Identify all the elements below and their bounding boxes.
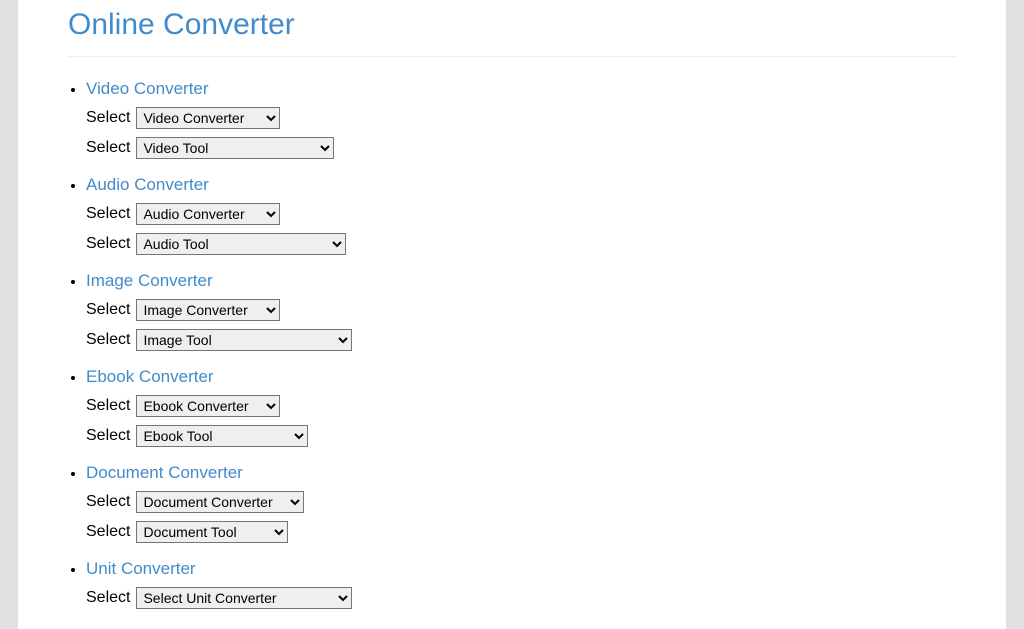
select-row: Select Image Converter [86,299,956,321]
main-container: Online Converter Video Converter Select … [18,0,1006,629]
select-row: Select Document Tool [86,521,956,543]
audio-converter-select[interactable]: Audio Converter [136,203,280,225]
select-row: Select Video Tool [86,137,956,159]
ebook-converter-link[interactable]: Ebook Converter [86,367,214,387]
unit-converter-link[interactable]: Unit Converter [86,559,196,579]
list-item: Ebook Converter Select Ebook Converter S… [86,363,956,447]
image-converter-link[interactable]: Image Converter [86,271,213,291]
converter-list: Video Converter Select Video Converter S… [68,75,956,609]
select-label: Select [86,235,130,253]
list-item: Document Converter Select Document Conve… [86,459,956,543]
select-label: Select [86,427,130,445]
select-label: Select [86,397,130,415]
image-converter-select[interactable]: Image Converter [136,299,280,321]
document-tool-select[interactable]: Document Tool [136,521,288,543]
select-row: Select Audio Converter [86,203,956,225]
select-row: Select Select Unit Converter [86,587,956,609]
select-label: Select [86,139,130,157]
ebook-converter-select[interactable]: Ebook Converter [136,395,280,417]
select-row: Select Video Converter [86,107,956,129]
list-item: Audio Converter Select Audio Converter S… [86,171,956,255]
ebook-tool-select[interactable]: Ebook Tool [136,425,308,447]
select-label: Select [86,205,130,223]
select-row: Select Document Converter [86,491,956,513]
audio-converter-link[interactable]: Audio Converter [86,175,209,195]
select-row: Select Ebook Converter [86,395,956,417]
video-converter-select[interactable]: Video Converter [136,107,280,129]
video-tool-select[interactable]: Video Tool [136,137,334,159]
list-item: Video Converter Select Video Converter S… [86,75,956,159]
audio-tool-select[interactable]: Audio Tool [136,233,346,255]
image-tool-select[interactable]: Image Tool [136,329,352,351]
select-label: Select [86,589,130,607]
select-label: Select [86,331,130,349]
unit-converter-select[interactable]: Select Unit Converter [136,587,352,609]
select-label: Select [86,301,130,319]
document-converter-select[interactable]: Document Converter [136,491,304,513]
select-row: Select Audio Tool [86,233,956,255]
list-item: Image Converter Select Image Converter S… [86,267,956,351]
document-converter-link[interactable]: Document Converter [86,463,243,483]
select-label: Select [86,493,130,511]
select-label: Select [86,523,130,541]
select-label: Select [86,109,130,127]
page-title: Online Converter [68,0,956,57]
list-item: Unit Converter Select Select Unit Conver… [86,555,956,609]
video-converter-link[interactable]: Video Converter [86,79,209,99]
select-row: Select Image Tool [86,329,956,351]
select-row: Select Ebook Tool [86,425,956,447]
